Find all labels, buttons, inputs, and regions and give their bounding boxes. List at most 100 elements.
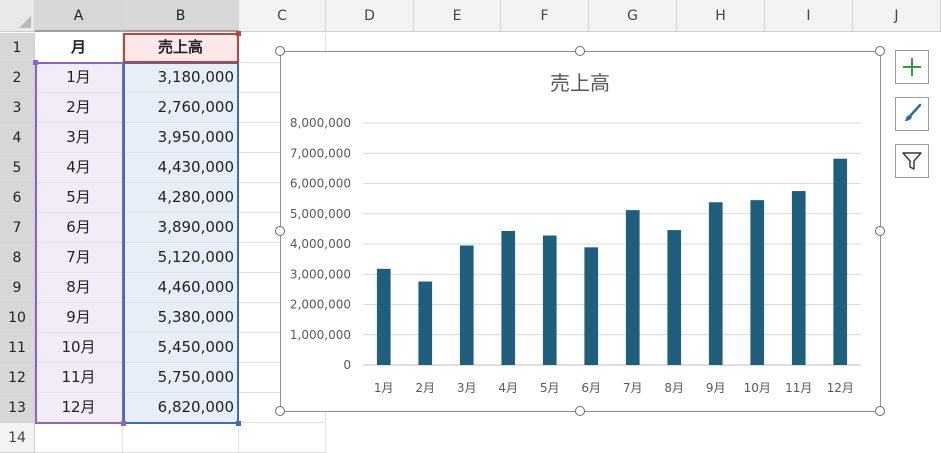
row-header-8[interactable]: 8 xyxy=(0,243,35,273)
y-tick-label: 3,000,000 xyxy=(290,267,351,281)
column-header-a[interactable]: A xyxy=(35,0,123,32)
month-cell[interactable]: 2月 xyxy=(35,93,123,123)
bar-12[interactable] xyxy=(833,158,848,365)
y-tick-label: 7,000,000 xyxy=(290,146,351,160)
sales-cell[interactable]: 3,890,000 xyxy=(123,213,239,243)
column-header-d[interactable]: D xyxy=(326,0,414,32)
bar-3[interactable] xyxy=(459,245,474,365)
month-cell[interactable]: 4月 xyxy=(35,153,123,183)
row-header-13[interactable]: 13 xyxy=(0,393,35,423)
funnel-icon xyxy=(902,152,922,170)
range-handle[interactable] xyxy=(236,31,241,36)
x-tick-label: 4月 xyxy=(498,381,518,395)
bar-8[interactable] xyxy=(667,230,682,365)
resize-handle-top-right[interactable] xyxy=(875,46,885,56)
resize-handle-top-left[interactable] xyxy=(275,46,285,56)
resize-handle-middle-left[interactable] xyxy=(275,226,285,236)
row-header-5[interactable]: 5 xyxy=(0,153,35,183)
sales-cell[interactable]: 5,750,000 xyxy=(123,363,239,393)
brush-icon xyxy=(905,103,922,121)
column-header-c[interactable]: C xyxy=(239,0,326,32)
bar-7[interactable] xyxy=(625,210,640,365)
sales-cell[interactable]: 4,460,000 xyxy=(123,273,239,303)
x-tick-label: 10月 xyxy=(744,381,771,395)
resize-handle-middle-right[interactable] xyxy=(875,226,885,236)
y-tick-label: 8,000,000 xyxy=(290,116,351,130)
x-tick-label: 11月 xyxy=(785,381,812,395)
column-header-h[interactable]: H xyxy=(677,0,765,32)
bar-10[interactable] xyxy=(750,200,765,365)
row-header-7[interactable]: 7 xyxy=(0,213,35,243)
range-handle[interactable] xyxy=(33,60,38,65)
row-header-14[interactable]: 14 xyxy=(0,423,35,453)
chart-title[interactable]: 売上高 xyxy=(550,71,610,95)
column-header-f[interactable]: F xyxy=(501,0,589,32)
month-cell[interactable]: 12月 xyxy=(35,393,123,423)
resize-handle-bottom-middle[interactable] xyxy=(575,406,585,416)
chart-filters-button[interactable] xyxy=(895,144,929,178)
bar-9[interactable] xyxy=(708,202,723,365)
chart-elements-button[interactable] xyxy=(895,50,929,84)
resize-handle-top-middle[interactable] xyxy=(575,46,585,56)
sales-cell[interactable]: 5,450,000 xyxy=(123,333,239,363)
month-cell[interactable]: 1月 xyxy=(35,63,123,93)
x-tick-label: 9月 xyxy=(706,381,726,395)
y-tick-label: 0 xyxy=(343,358,351,372)
month-cell[interactable]: 9月 xyxy=(35,303,123,333)
x-tick-label: 3月 xyxy=(457,381,477,395)
column-header-j[interactable]: J xyxy=(853,0,941,32)
row-header-4[interactable]: 4 xyxy=(0,123,35,153)
bar-6[interactable] xyxy=(584,247,599,365)
month-cell[interactable]: 10月 xyxy=(35,333,123,363)
row-header-3[interactable]: 3 xyxy=(0,93,35,123)
y-tick-label: 2,000,000 xyxy=(290,298,351,312)
chart-styles-button[interactable] xyxy=(895,97,929,131)
select-all-corner[interactable] xyxy=(0,0,35,32)
row-header-10[interactable]: 10 xyxy=(0,303,35,333)
month-cell[interactable]: 3月 xyxy=(35,123,123,153)
column-header-i[interactable]: I xyxy=(765,0,853,32)
empty-cell[interactable] xyxy=(35,423,123,453)
range-handle[interactable] xyxy=(236,421,241,426)
row-header-12[interactable]: 12 xyxy=(0,363,35,393)
month-cell[interactable]: 7月 xyxy=(35,243,123,273)
month-cell[interactable]: 6月 xyxy=(35,213,123,243)
empty-cell[interactable] xyxy=(123,423,239,453)
column-header-b[interactable]: B xyxy=(123,0,239,32)
bar-1[interactable] xyxy=(376,268,391,365)
month-cell[interactable]: 5月 xyxy=(35,183,123,213)
sales-cell[interactable]: 5,380,000 xyxy=(123,303,239,333)
row-header-2[interactable]: 2 xyxy=(0,63,35,93)
sales-cell[interactable]: 4,280,000 xyxy=(123,183,239,213)
row-header-11[interactable]: 11 xyxy=(0,333,35,363)
column-header-e[interactable]: E xyxy=(414,0,501,32)
row-header-1[interactable]: 1 xyxy=(0,33,35,63)
sales-cell[interactable]: 3,950,000 xyxy=(123,123,239,153)
y-tick-label: 4,000,000 xyxy=(290,237,351,251)
empty-cell[interactable] xyxy=(239,423,326,453)
sales-cell[interactable]: 3,180,000 xyxy=(123,63,239,93)
bar-5[interactable] xyxy=(542,235,557,365)
month-cell[interactable]: 8月 xyxy=(35,273,123,303)
y-tick-label: 5,000,000 xyxy=(290,207,351,221)
sales-cell[interactable]: 5,120,000 xyxy=(123,243,239,273)
bar-4[interactable] xyxy=(501,230,516,365)
sales-cell[interactable]: 6,820,000 xyxy=(123,393,239,423)
row-header-9[interactable]: 9 xyxy=(0,273,35,303)
x-tick-label: 8月 xyxy=(664,381,684,395)
column-header-g[interactable]: G xyxy=(589,0,677,32)
chart-area[interactable]: 売上高 0 1,000,000 2,000,000 3,000,000 4,000,00… xyxy=(280,51,881,412)
sales-cell[interactable]: 2,760,000 xyxy=(123,93,239,123)
bar-2[interactable] xyxy=(418,281,433,365)
header-cell-sales[interactable]: 売上高 xyxy=(123,33,239,63)
y-tick-label: 6,000,000 xyxy=(290,177,351,191)
month-cell[interactable]: 11月 xyxy=(35,363,123,393)
x-tick-label: 2月 xyxy=(415,381,435,395)
bar-11[interactable] xyxy=(791,191,806,365)
sales-cell[interactable]: 4,430,000 xyxy=(123,153,239,183)
header-cell-month[interactable]: 月 xyxy=(35,33,123,63)
range-handle[interactable] xyxy=(121,421,126,426)
resize-handle-bottom-right[interactable] xyxy=(875,406,885,416)
row-header-6[interactable]: 6 xyxy=(0,183,35,213)
resize-handle-bottom-left[interactable] xyxy=(275,406,285,416)
